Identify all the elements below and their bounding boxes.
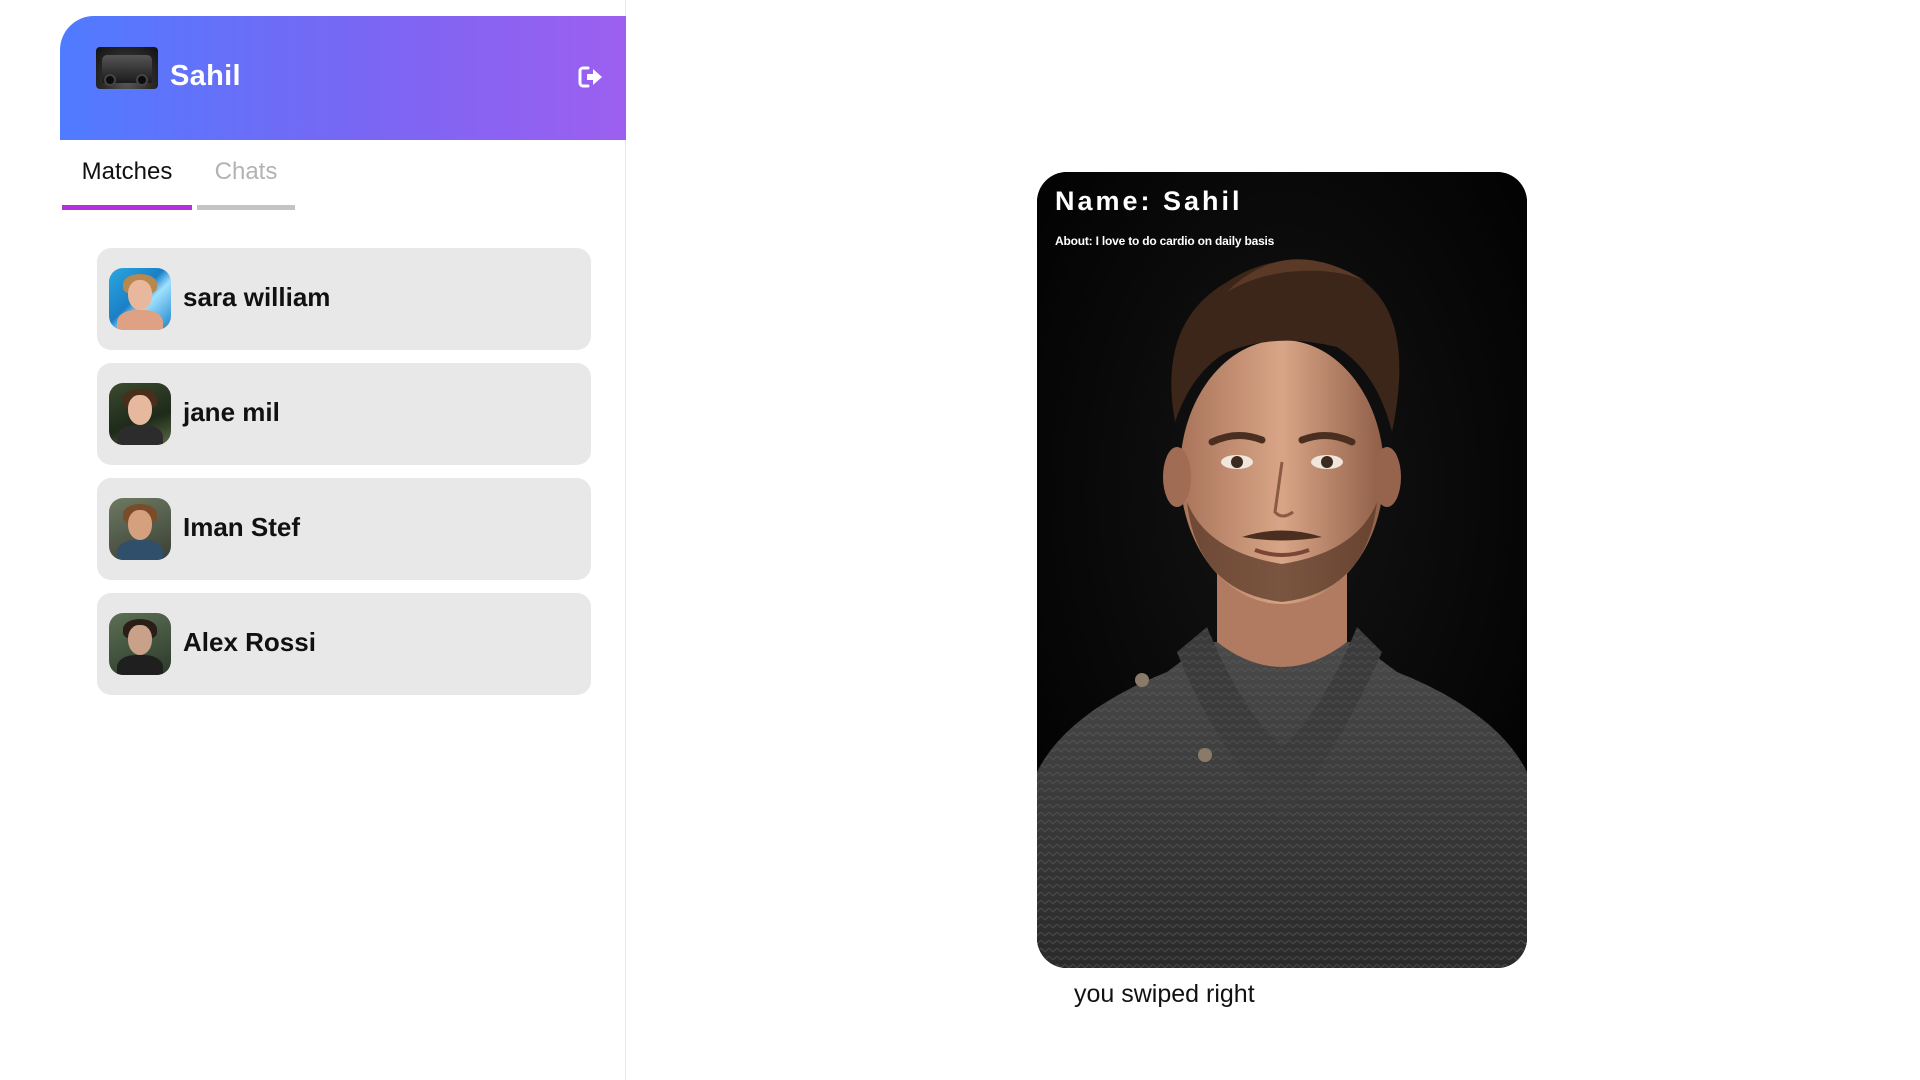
avatar — [109, 498, 171, 560]
wheel-icon — [104, 74, 116, 86]
tab-chats[interactable]: Chats — [197, 150, 295, 210]
match-item-jane-mil[interactable]: jane mil — [97, 363, 591, 465]
swipe-status: you swiped right — [1074, 980, 1255, 1008]
match-item-sara-william[interactable]: sara william — [97, 248, 591, 350]
dashboard: Sahil Matches Chats sara william jane mi… — [0, 0, 1920, 1080]
match-name: sara william — [183, 282, 331, 312]
avatar — [109, 383, 171, 445]
match-name: Iman Stef — [183, 512, 301, 542]
sign-out-icon — [578, 66, 602, 88]
sidebar-header: Sahil — [60, 16, 626, 140]
match-list: sara william jane mil Iman Stef Alex Ros… — [97, 248, 591, 708]
tab-matches[interactable]: Matches — [62, 150, 192, 210]
match-item-iman-stef[interactable]: Iman Stef — [97, 478, 591, 580]
tab-bar: Matches Chats — [62, 150, 622, 210]
wheel-icon — [136, 74, 148, 86]
logout-button[interactable] — [576, 62, 606, 92]
match-name: jane mil — [183, 397, 280, 427]
avatar — [109, 268, 171, 330]
match-item-alex-rossi[interactable]: Alex Rossi — [97, 593, 591, 695]
card-about: About: I love to do cardio on daily basi… — [1055, 234, 1275, 248]
sidebar: Sahil Matches Chats sara william jane mi… — [60, 0, 626, 1080]
profile-portrait — [1037, 172, 1527, 968]
user-avatar[interactable] — [96, 47, 158, 89]
user-name: Sahil — [170, 60, 241, 92]
swipe-card[interactable]: Name: Sahil About: I love to do cardio o… — [1037, 172, 1527, 968]
match-name: Alex Rossi — [183, 627, 316, 657]
avatar — [109, 613, 171, 675]
card-name: Name: Sahil — [1055, 186, 1243, 216]
